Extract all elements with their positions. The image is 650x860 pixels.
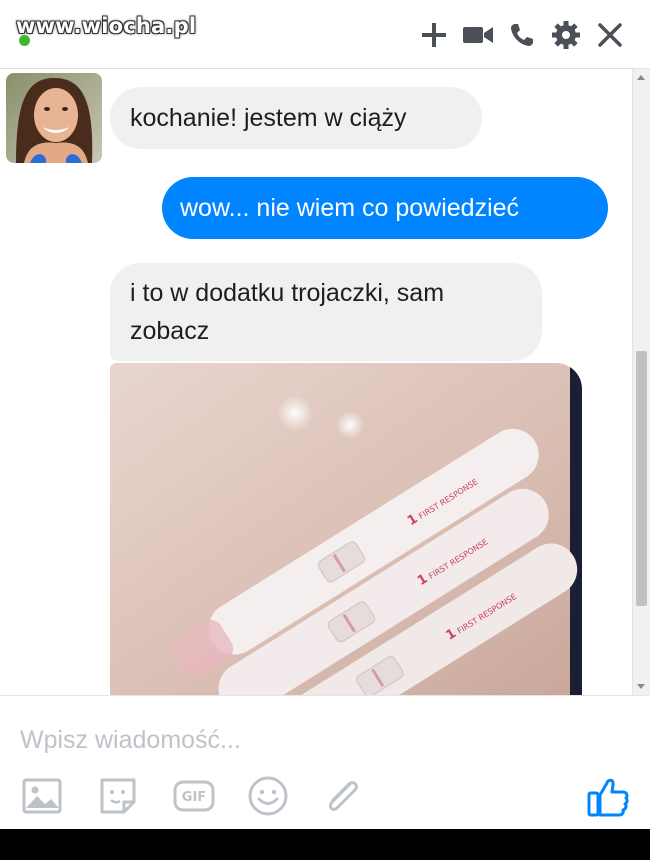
chat-header: www.wiocha.pl xyxy=(0,0,650,69)
attachment-icon[interactable] xyxy=(320,774,364,818)
settings-icon[interactable] xyxy=(544,18,588,52)
bottom-border xyxy=(0,829,650,860)
message-thread[interactable]: kochanie! jestem w ciąży wow... nie wiem… xyxy=(0,69,632,695)
gif-label: GIF xyxy=(182,790,206,805)
thread-scrollbar[interactable] xyxy=(632,69,650,695)
incoming-message[interactable]: i to w dodatku trojaczki, sam zobacz xyxy=(110,263,542,361)
scrollbar-thumb[interactable] xyxy=(636,351,647,606)
avatar[interactable] xyxy=(6,73,102,163)
shared-photo-pregnancy-tests[interactable]: 1 FIRST RESPONSE 1 FIRST RESPONSE 1 FIRS… xyxy=(110,363,582,695)
scroll-down-arrow-icon[interactable] xyxy=(637,684,645,689)
incoming-message[interactable]: kochanie! jestem w ciąży xyxy=(110,87,482,149)
online-status-indicator xyxy=(19,35,30,46)
like-icon[interactable] xyxy=(586,774,630,818)
add-icon[interactable] xyxy=(412,18,456,52)
site-watermark: www.wiocha.pl xyxy=(16,14,197,38)
header-actions xyxy=(412,18,632,52)
message-input[interactable]: Wpisz wiadomość... xyxy=(20,726,241,755)
emoji-icon[interactable] xyxy=(246,774,290,818)
message-composer: Wpisz wiadomość... GIF xyxy=(0,695,650,830)
sticker-icon[interactable] xyxy=(96,774,140,818)
phone-icon[interactable] xyxy=(500,18,544,52)
outgoing-message[interactable]: wow... nie wiem co powiedzieć xyxy=(162,177,608,239)
video-call-icon[interactable] xyxy=(456,18,500,52)
scroll-up-arrow-icon[interactable] xyxy=(637,75,645,80)
gif-icon[interactable]: GIF xyxy=(172,774,216,818)
close-icon[interactable] xyxy=(588,18,632,52)
image-icon[interactable] xyxy=(20,774,64,818)
